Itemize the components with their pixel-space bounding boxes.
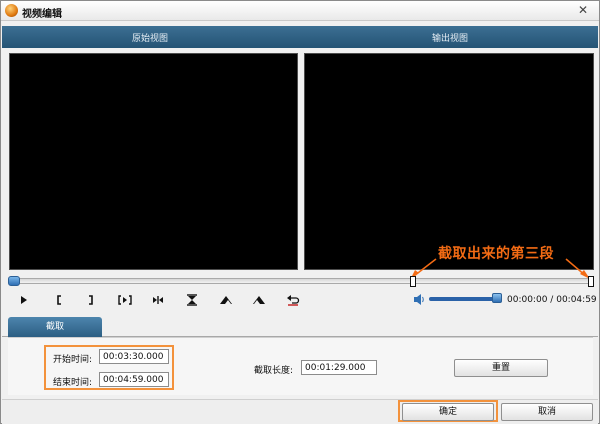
time-separator: /: [550, 295, 554, 305]
start-time-field[interactable]: [99, 349, 169, 364]
time-current: 00:00:00: [507, 295, 548, 305]
selection-start-marker[interactable]: [410, 276, 416, 287]
mark-in-bracket-icon[interactable]: [50, 292, 68, 308]
app-icon: [5, 4, 18, 17]
cut-length-label: 截取长度:: [254, 366, 294, 376]
output-video-pane: [304, 53, 594, 270]
step-icon[interactable]: [149, 292, 167, 308]
ok-button[interactable]: 确定: [402, 403, 494, 421]
undo-icon[interactable]: [284, 292, 302, 308]
original-view-label: 原始视图: [132, 34, 169, 44]
original-video-pane: [9, 53, 298, 270]
end-time-field[interactable]: [99, 372, 169, 387]
end-time-label: 结束时间:: [53, 378, 93, 388]
annotation-arrows: [411, 258, 590, 279]
mountain-icon[interactable]: [250, 292, 268, 308]
volume-slider[interactable]: [429, 297, 499, 301]
volume-thumb[interactable]: [492, 293, 502, 303]
cut-length-field[interactable]: [301, 360, 377, 375]
view-header: 原始视图 输出视图: [2, 26, 598, 48]
tab-cut[interactable]: 截取: [8, 317, 102, 337]
close-icon[interactable]: ✕: [575, 3, 591, 18]
volume-icon[interactable]: [413, 293, 426, 306]
time-readout: 00:00:00 / 00:04:59: [507, 295, 597, 305]
output-view-label: 输出视图: [432, 34, 469, 44]
timeline-thumb[interactable]: [8, 276, 20, 286]
selection-end-marker[interactable]: [588, 276, 594, 287]
video-edit-window: 视频编辑 ✕ 原始视图 输出视图 截取出来的第三段 00:00:00 / 00:…: [0, 0, 600, 424]
cancel-button[interactable]: 取消: [501, 403, 593, 421]
hourglass-icon[interactable]: [183, 292, 201, 308]
title-bar: 视频编辑 ✕: [1, 1, 599, 21]
start-time-label: 开始时间:: [53, 355, 93, 365]
window-title: 视频编辑: [22, 9, 62, 20]
play-selection-icon[interactable]: [116, 292, 134, 308]
mountain-icon[interactable]: [217, 292, 235, 308]
play-icon[interactable]: [15, 292, 33, 308]
reset-button[interactable]: 重置: [454, 359, 548, 377]
timeline-track[interactable]: [9, 278, 594, 284]
time-total: 00:04:59: [556, 295, 597, 305]
mark-out-bracket-icon[interactable]: [82, 292, 100, 308]
